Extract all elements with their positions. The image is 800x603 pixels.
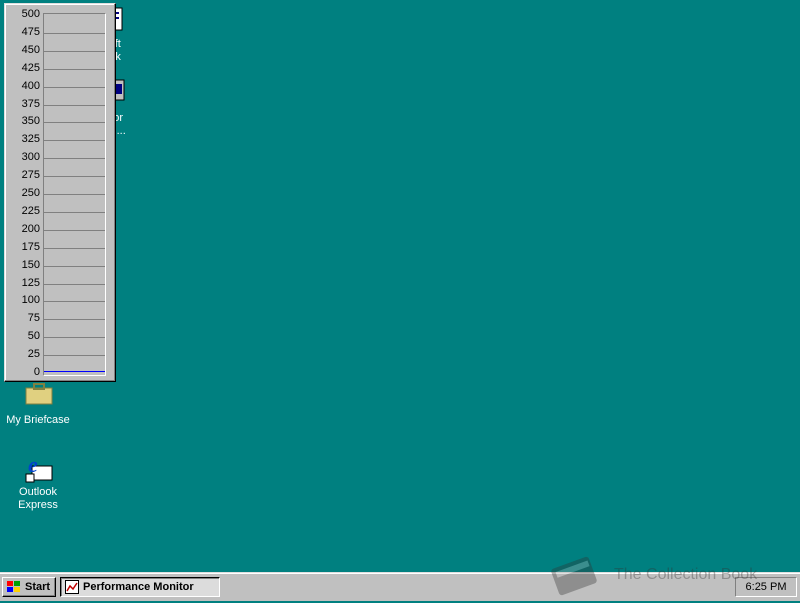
briefcase-icon — [22, 380, 54, 412]
y-tick-label: 200 — [21, 222, 40, 235]
grid-line — [44, 86, 105, 88]
grid-line — [44, 265, 105, 267]
y-tick-label: 75 — [27, 312, 40, 325]
y-tick-label: 175 — [21, 240, 40, 253]
grid-line — [44, 355, 105, 357]
chart-plot-area — [43, 13, 106, 376]
grid-line — [44, 140, 105, 142]
book-icon — [551, 556, 597, 596]
y-tick-label: 475 — [21, 25, 40, 38]
grid-line — [44, 50, 105, 52]
y-tick-label: 425 — [21, 61, 40, 74]
y-tick-label: 0 — [33, 366, 40, 378]
watermark-text: The Collection Book — [614, 566, 758, 583]
start-button[interactable]: Start — [2, 577, 56, 597]
y-tick-label: 225 — [21, 204, 40, 217]
windows-logo-icon — [6, 580, 22, 594]
y-tick-label: 400 — [21, 79, 40, 92]
y-tick-label: 50 — [27, 330, 40, 343]
grid-line — [44, 104, 105, 106]
grid-line — [44, 194, 105, 195]
grid-line — [44, 158, 105, 160]
grid-line — [44, 283, 105, 285]
grid-line — [44, 301, 105, 303]
y-tick-label: 150 — [21, 258, 40, 271]
grid-line — [44, 229, 105, 231]
grid-line — [44, 247, 105, 249]
taskbar-button-performance-monitor[interactable]: Performance Monitor — [60, 577, 220, 597]
grid-line — [44, 32, 105, 34]
y-tick-label: 350 — [21, 115, 40, 128]
perfmon-icon — [65, 580, 79, 594]
grid-line — [44, 68, 105, 70]
performance-monitor-window[interactable]: 500 475 450 425 400 375 350 325 300 275 250 225 200 1… — [4, 3, 116, 382]
y-tick-label: 275 — [21, 169, 40, 182]
grid-line — [44, 122, 105, 124]
start-label: Start — [25, 581, 51, 593]
y-tick-label: 100 — [21, 294, 40, 307]
desktop-icon-outlook-express[interactable]: e Outlook Express — [0, 452, 76, 512]
grid-line — [44, 337, 105, 339]
y-tick-label: 125 — [21, 276, 40, 289]
y-tick-label: 25 — [27, 348, 40, 361]
taskbar-button-label: Performance Monitor — [83, 581, 194, 593]
svg-text:e: e — [28, 452, 38, 477]
y-tick-label: 325 — [21, 133, 40, 146]
desktop-icon-label: My Briefcase — [6, 414, 70, 426]
y-tick-label: 450 — [21, 43, 40, 56]
y-tick-label: 300 — [21, 151, 40, 164]
desktop-icon-label: Express — [18, 499, 58, 511]
grid-line — [44, 176, 105, 178]
series-line — [44, 371, 105, 372]
watermark: The Collection Book — [548, 552, 788, 598]
grid-line — [44, 319, 105, 321]
y-tick-label: 250 — [21, 187, 40, 199]
desktop-icon-label: Outlook — [19, 486, 57, 498]
y-tick-label: 375 — [21, 97, 40, 110]
desktop-icon-my-briefcase[interactable]: My Briefcase — [0, 380, 76, 427]
grid-line — [44, 211, 105, 213]
outlook-express-icon: e — [22, 452, 54, 484]
y-tick-label: 500 — [21, 8, 40, 20]
